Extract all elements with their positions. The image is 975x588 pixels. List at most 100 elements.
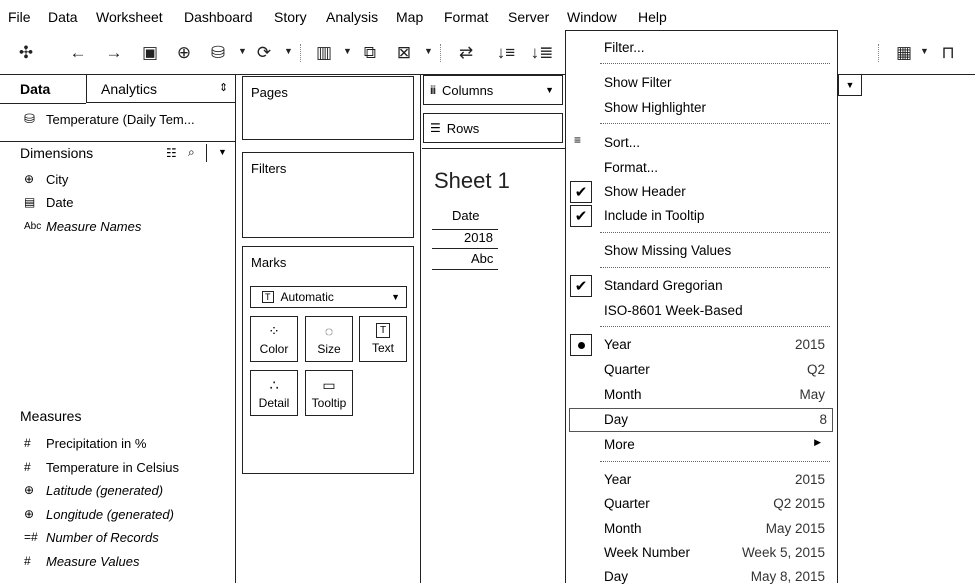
field-label: Measure Names xyxy=(46,218,142,234)
swap-rows-columns-icon[interactable]: ⇄ xyxy=(454,42,478,64)
menu-item-show-header[interactable]: ✔ Show Header xyxy=(566,181,837,203)
chevron-down-icon[interactable]: ▼ xyxy=(424,46,433,56)
globe-icon: ⊕ xyxy=(24,483,35,497)
field-temperature[interactable]: # Temperature in Celsius xyxy=(24,457,179,477)
menu-item-filter[interactable]: Filter... xyxy=(566,37,837,59)
globe-icon: ⊕ xyxy=(24,172,35,186)
menu-item-day-discrete[interactable]: Day 8 xyxy=(569,408,833,432)
size-button[interactable]: ◌ Size xyxy=(305,316,353,362)
redo-icon[interactable]: → xyxy=(102,42,126,64)
marks-card: Marks T Automatic ▼ ⁘ Color ◌ Size T Tex… xyxy=(242,246,414,474)
tableau-logo-icon[interactable]: ✣ xyxy=(14,42,38,64)
detail-button[interactable]: ∴ Detail xyxy=(250,370,298,416)
menu-analysis[interactable]: Analysis xyxy=(326,9,378,25)
tab-data[interactable]: Data xyxy=(20,81,50,105)
menu-format[interactable]: Format xyxy=(444,9,488,25)
duplicate-sheet-icon[interactable]: ⧉ xyxy=(358,42,382,64)
field-city[interactable]: ⊕ City xyxy=(24,169,68,189)
menu-server[interactable]: Server xyxy=(508,9,549,25)
chevron-down-icon[interactable]: ▼ xyxy=(920,46,929,56)
menu-item-standard-gregorian[interactable]: ✔ Standard Gregorian xyxy=(566,275,837,297)
menu-story[interactable]: Story xyxy=(274,9,307,25)
menu-item-show-highlighter[interactable]: Show Highlighter xyxy=(566,97,837,119)
field-measure-names[interactable]: Abc Measure Names xyxy=(24,216,141,236)
menu-file[interactable]: File xyxy=(8,9,31,25)
card-title: Marks xyxy=(251,255,287,270)
field-date[interactable]: ▤ Date xyxy=(24,192,73,212)
menu-data[interactable]: Data xyxy=(48,9,78,25)
menu-item-include-tooltip[interactable]: ✔ Include in Tooltip xyxy=(566,205,837,227)
save-icon[interactable]: ▣ xyxy=(138,42,162,64)
menu-worksheet[interactable]: Worksheet xyxy=(96,9,163,25)
search-icon[interactable]: ⌕ xyxy=(188,145,195,160)
chevron-down-icon[interactable]: ▼ xyxy=(343,46,352,56)
mark-type-value: Automatic xyxy=(280,290,334,304)
chevron-down-icon[interactable]: ▼ xyxy=(545,85,554,95)
field-measure-values[interactable]: # Measure Values xyxy=(24,551,139,571)
clear-sheet-icon[interactable]: ⊠ xyxy=(392,42,416,64)
field-label: City xyxy=(46,171,69,187)
new-worksheet-icon[interactable]: ▥ xyxy=(312,42,336,64)
tooltip-icon: ▭ xyxy=(322,376,336,393)
menu-item-more[interactable]: More ▶ xyxy=(566,434,837,456)
color-button[interactable]: ⁘ Color xyxy=(250,316,298,362)
new-datasource-icon[interactable]: ⊕ xyxy=(172,42,196,64)
fit-dropdown[interactable]: ▼ xyxy=(838,74,862,96)
menu-item-day-continuous[interactable]: Day May 8, 2015 xyxy=(566,566,837,588)
menu-item-year-continuous[interactable]: Year 2015 xyxy=(566,469,837,491)
tab-analytics[interactable]: Analytics ⇕ xyxy=(86,75,236,103)
menu-item-show-filter[interactable]: Show Filter xyxy=(566,72,837,94)
presentation-icon[interactable]: ⊓ xyxy=(936,42,960,64)
pages-card[interactable]: Pages xyxy=(242,76,414,140)
text-cell[interactable]: Abc xyxy=(471,251,493,266)
data-pane: Data Analytics ⇕ ⛁ Temperature (Daily Te… xyxy=(0,75,236,583)
undo-icon[interactable]: ← xyxy=(66,42,90,64)
detail-icon: ∴ xyxy=(269,376,279,393)
toolbar-separator xyxy=(878,44,879,62)
menu-item-year-discrete[interactable]: Year 2015 xyxy=(566,334,837,356)
sort-ascending-icon[interactable]: ↓≡ xyxy=(494,42,518,64)
tooltip-button[interactable]: ▭ Tooltip xyxy=(305,370,353,416)
spinner-icon: ⇕ xyxy=(219,82,229,94)
datasource-icon[interactable]: ⛁ xyxy=(206,42,230,64)
menu-window[interactable]: Window xyxy=(567,9,617,25)
field-latitude[interactable]: ⊕ Latitude (generated) xyxy=(24,480,163,500)
mark-button-label: Color xyxy=(259,341,289,356)
menu-help[interactable]: Help xyxy=(638,9,667,25)
column-header[interactable]: Date xyxy=(452,208,479,223)
text-button[interactable]: T Text xyxy=(359,316,407,362)
chevron-down-icon: ▼ xyxy=(391,292,400,302)
shelf-label: Columns xyxy=(442,82,494,98)
show-me-icon[interactable]: ▦ xyxy=(892,42,916,64)
field-precipitation[interactable]: # Precipitation in % xyxy=(24,433,146,453)
menu-map[interactable]: Map xyxy=(396,9,423,25)
field-label: Longitude (generated) xyxy=(46,506,174,522)
menu-item-iso-week[interactable]: ISO-8601 Week-Based xyxy=(566,300,837,322)
filters-card[interactable]: Filters xyxy=(242,152,414,238)
globe-icon: ⊕ xyxy=(24,507,35,521)
menu-item-quarter-discrete[interactable]: Quarter Q2 xyxy=(566,359,837,381)
chevron-down-icon[interactable]: ▼ xyxy=(218,147,227,157)
refresh-icon[interactable]: ⟳ xyxy=(252,42,276,64)
field-number-of-records[interactable]: =# Number of Records xyxy=(24,527,159,547)
menu-item-sort[interactable]: ≡ Sort... xyxy=(566,132,837,154)
columns-shelf[interactable]: iii Columns ▼ xyxy=(423,75,563,105)
view-list-icon[interactable]: ☷ xyxy=(166,146,177,160)
menu-item-format[interactable]: Format... xyxy=(566,157,837,179)
menu-dashboard[interactable]: Dashboard xyxy=(184,9,253,25)
mark-button-label: Size xyxy=(317,341,341,356)
rows-shelf[interactable]: ☰ Rows xyxy=(423,113,563,143)
menu-item-show-missing[interactable]: Show Missing Values xyxy=(566,240,837,262)
menu-item-quarter-continuous[interactable]: Quarter Q2 2015 xyxy=(566,493,837,515)
chevron-down-icon[interactable]: ▼ xyxy=(238,46,247,56)
chevron-down-icon[interactable]: ▼ xyxy=(284,46,293,56)
mark-type-select[interactable]: T Automatic ▼ xyxy=(250,286,407,308)
field-longitude[interactable]: ⊕ Longitude (generated) xyxy=(24,504,174,524)
menu-item-month-continuous[interactable]: Month May 2015 xyxy=(566,518,837,540)
menu-item-week-continuous[interactable]: Week Number Week 5, 2015 xyxy=(566,542,837,564)
year-header[interactable]: 2018 xyxy=(464,230,493,245)
menu-item-month-discrete[interactable]: Month May xyxy=(566,384,837,406)
columns-icon: iii xyxy=(430,83,436,97)
sort-descending-icon[interactable]: ↓≣ xyxy=(530,42,554,64)
datasource-item[interactable]: ⛁ Temperature (Daily Tem... xyxy=(24,111,195,127)
